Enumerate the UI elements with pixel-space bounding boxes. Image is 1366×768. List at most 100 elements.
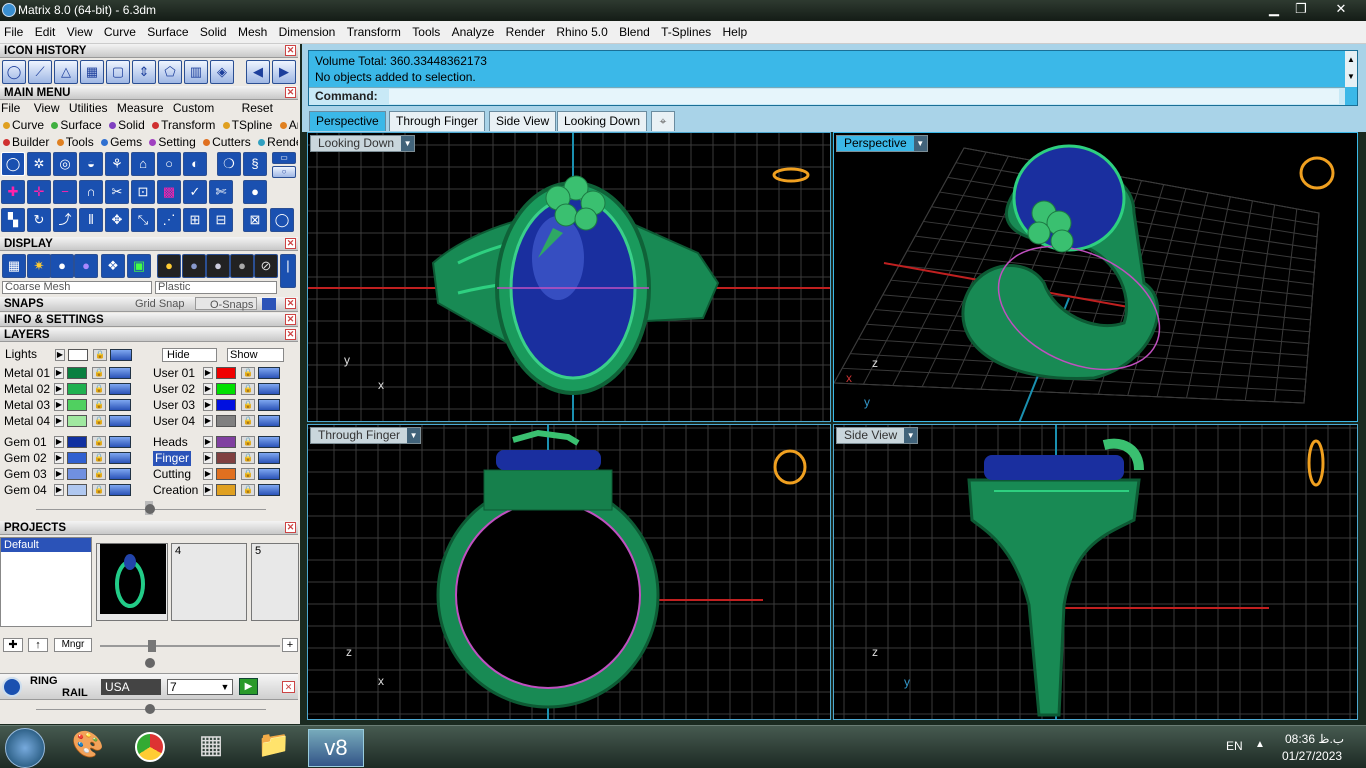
visibility-toggle[interactable]: [258, 399, 280, 411]
layer-name[interactable]: Heads: [153, 435, 188, 450]
scissor-tool-icon[interactable]: ✄: [209, 180, 233, 204]
mm-builder[interactable]: Builder: [3, 135, 51, 149]
viewport-label-perspective[interactable]: Perspective ▼: [836, 135, 928, 152]
layer-color-swatch[interactable]: [216, 436, 236, 448]
layer-color-swatch[interactable]: [216, 367, 236, 379]
visibility-toggle[interactable]: [109, 468, 131, 480]
hide-button[interactable]: Hide: [162, 348, 217, 362]
paint-app-icon[interactable]: 🎨: [62, 729, 114, 767]
mm-solid[interactable]: Solid: [109, 118, 147, 132]
close-icon[interactable]: ✕: [282, 681, 295, 693]
lock-icon[interactable]: 🔒: [241, 452, 255, 464]
pave-tool-icon[interactable]: ⌂: [131, 152, 155, 176]
lock-icon[interactable]: 🔒: [241, 436, 255, 448]
layer-arrow-icon[interactable]: ▶: [54, 383, 64, 395]
matrix-app-icon[interactable]: v8: [308, 729, 364, 767]
lock-icon[interactable]: 🔒: [92, 484, 106, 496]
lock-icon[interactable]: 🔒: [93, 349, 107, 361]
visibility-toggle[interactable]: [258, 484, 280, 496]
close-button[interactable]: ✕: [1326, 0, 1356, 19]
check-tool-icon[interactable]: ✓: [183, 180, 207, 204]
layer-name[interactable]: User 04: [153, 414, 195, 429]
calculator-app-icon[interactable]: ▦: [185, 729, 237, 767]
chevron-down-icon[interactable]: ▼: [219, 680, 231, 694]
close-icon[interactable]: ✕: [285, 522, 296, 533]
visibility-toggle[interactable]: [109, 415, 131, 427]
visibility-toggle[interactable]: [109, 484, 131, 496]
layer-name[interactable]: Metal 04: [4, 414, 50, 429]
layer-arrow-icon[interactable]: ▶: [203, 436, 213, 448]
paste-tool-icon[interactable]: ⊠: [243, 208, 267, 232]
shank-tool-icon[interactable]: §: [243, 152, 267, 176]
gold-material-icon[interactable]: ●: [157, 254, 181, 278]
menu-rhino[interactable]: Rhino 5.0: [552, 21, 611, 44]
viewport-side-view[interactable]: Side View ▼ z y: [833, 424, 1358, 720]
close-icon[interactable]: ✕: [285, 45, 296, 56]
light-icon[interactable]: ✷: [27, 254, 51, 278]
visibility-toggle[interactable]: [109, 383, 131, 395]
visibility-toggle[interactable]: [258, 415, 280, 427]
history-forward-icon[interactable]: ▶: [272, 60, 296, 84]
layer-arrow-icon[interactable]: ▶: [54, 468, 64, 480]
display-toggle-icon[interactable]: |: [280, 254, 296, 288]
visibility-toggle[interactable]: [109, 452, 131, 464]
mm-surface[interactable]: Surface: [51, 118, 103, 132]
layer-arrow-icon[interactable]: ▶: [54, 415, 64, 427]
menu-analyze[interactable]: Analyze: [448, 21, 499, 44]
mm-transform[interactable]: Transform: [152, 118, 217, 132]
mm-view[interactable]: View: [34, 101, 60, 115]
bezel-tool-icon[interactable]: ◎: [53, 152, 77, 176]
array-tool-icon[interactable]: ⋰: [157, 208, 181, 232]
chevron-down-icon[interactable]: ▼: [913, 136, 927, 151]
layer-arrow-icon[interactable]: ▶: [203, 468, 213, 480]
layer-color-swatch[interactable]: [67, 468, 87, 480]
snaps-bar-icon[interactable]: [262, 298, 276, 310]
ring-icon[interactable]: [2, 677, 22, 697]
mm-curve[interactable]: Curve: [3, 118, 46, 132]
lock-icon[interactable]: 🔒: [92, 468, 106, 480]
menu-tools[interactable]: Tools: [408, 21, 444, 44]
line-tool-icon[interactable]: −: [53, 180, 77, 204]
cone-icon[interactable]: △: [54, 60, 78, 84]
viewport-looking-down[interactable]: Looking Down ▼ y x: [307, 132, 831, 422]
no-material-icon[interactable]: ⊘: [254, 254, 278, 278]
tab-side-view[interactable]: Side View: [489, 111, 557, 131]
lock-icon[interactable]: 🔒: [92, 367, 106, 379]
tray-up-icon[interactable]: ▲: [1255, 739, 1265, 750]
close-icon[interactable]: ✕: [285, 238, 296, 249]
mesh-select[interactable]: Coarse Mesh: [2, 281, 152, 294]
lock-icon[interactable]: 🔒: [92, 415, 106, 427]
menu-transform[interactable]: Transform: [343, 21, 405, 44]
explorer-app-icon[interactable]: 📁: [248, 729, 300, 767]
mirror-tool-icon[interactable]: ⫴: [79, 208, 103, 232]
layer-icon[interactable]: ▥: [184, 60, 208, 84]
curve-icon[interactable]: ⟋: [28, 60, 52, 84]
play-icon[interactable]: ▶: [239, 678, 258, 695]
split-tool-icon[interactable]: ⊟: [209, 208, 233, 232]
layer-arrow-icon[interactable]: ▶: [203, 452, 213, 464]
head-tool-icon[interactable]: ⚘: [105, 152, 129, 176]
chrome-app-icon[interactable]: [124, 729, 176, 767]
platinum-material-icon[interactable]: ●: [206, 254, 230, 278]
layer-color-swatch[interactable]: [216, 452, 236, 464]
menu-dimension[interactable]: Dimension: [275, 21, 340, 44]
arc-tool-icon[interactable]: ∩: [79, 180, 103, 204]
layer-arrow-icon[interactable]: ▶: [203, 367, 213, 379]
layer-arrow-icon[interactable]: ▶: [203, 399, 213, 411]
bail-tool-icon[interactable]: ❍: [217, 152, 241, 176]
tab-through-finger[interactable]: Through Finger: [389, 111, 486, 131]
visibility-toggle[interactable]: [258, 383, 280, 395]
layer-color-swatch[interactable]: [216, 415, 236, 427]
add-tab-button[interactable]: ⌖: [651, 111, 675, 131]
menu-help[interactable]: Help: [719, 21, 752, 44]
mm-render[interactable]: Render: [258, 135, 298, 149]
layer-name[interactable]: Gem 02: [4, 451, 47, 466]
menu-tsplines[interactable]: T-Splines: [657, 21, 715, 44]
layer-color-swatch[interactable]: [67, 452, 87, 464]
sweep-icon[interactable]: ⬠: [158, 60, 182, 84]
viewport-perspective[interactable]: Perspective ▼ z x y: [833, 132, 1358, 422]
lock-icon[interactable]: 🔒: [241, 399, 255, 411]
layer-color-swatch[interactable]: [67, 484, 87, 496]
point-tool-icon[interactable]: ✛: [27, 180, 51, 204]
layer-color-swatch[interactable]: [216, 484, 236, 496]
